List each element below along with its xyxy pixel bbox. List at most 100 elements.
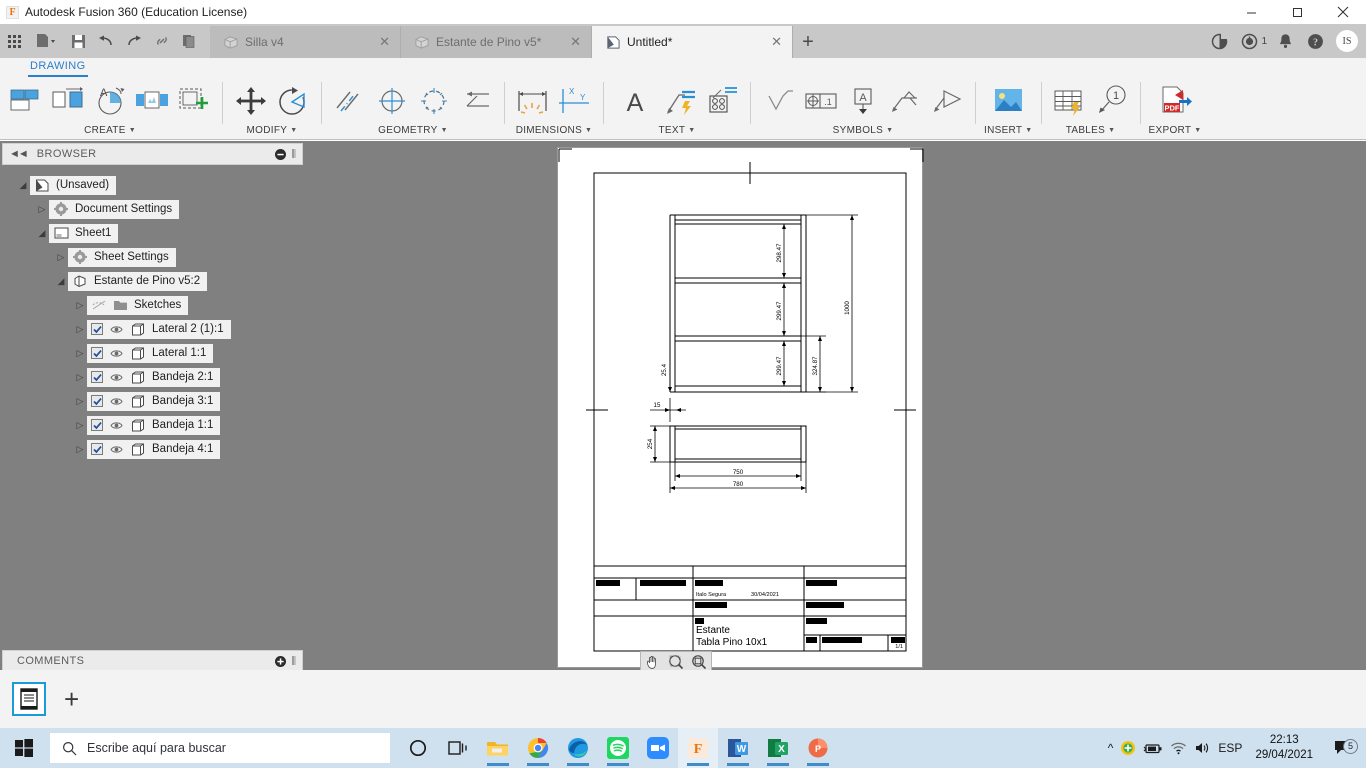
eye-icon[interactable] — [109, 373, 124, 382]
eye-icon[interactable] — [109, 445, 124, 454]
visibility-checkbox[interactable] — [91, 443, 103, 455]
browser-node-chip[interactable]: Sketches — [87, 296, 188, 315]
feature-control-frame-icon[interactable]: .1 — [801, 80, 841, 122]
collapse-arrow-icon[interactable]: ▷ — [73, 348, 87, 359]
drawing-canvas[interactable]: 1000 324.87 298.47 299.47 — [305, 141, 1366, 670]
file-explorer-icon[interactable] — [478, 728, 518, 768]
visibility-checkbox[interactable] — [91, 371, 103, 383]
undo-icon[interactable] — [92, 26, 120, 56]
powerpoint-icon[interactable]: P — [798, 728, 838, 768]
leader-text-icon[interactable] — [660, 80, 700, 122]
rotate-icon[interactable] — [273, 80, 313, 122]
drawing-sheet[interactable]: 1000 324.87 298.47 299.47 — [557, 147, 923, 668]
visibility-checkbox[interactable] — [91, 347, 103, 359]
balloon-icon[interactable]: 1 — [1092, 80, 1132, 122]
fusion360-icon[interactable]: F — [678, 728, 718, 768]
cortana-icon[interactable] — [398, 728, 438, 768]
close-icon[interactable]: ✕ — [570, 34, 581, 50]
browser-node-chip[interactable]: Bandeja 1:1 — [87, 416, 220, 435]
battery-icon[interactable] — [1143, 742, 1163, 755]
section-view-icon[interactable] — [132, 80, 172, 122]
collapse-arrow-icon[interactable]: ▷ — [73, 372, 87, 383]
text-icon[interactable]: A — [612, 80, 658, 122]
eye-icon[interactable] — [109, 421, 124, 430]
zoom-window-icon[interactable] — [666, 653, 686, 670]
eye-icon[interactable] — [109, 397, 124, 406]
browser-node-chip[interactable]: Document Settings — [49, 200, 179, 219]
surface-texture-icon[interactable] — [759, 80, 799, 122]
collapse-arrow-icon[interactable]: ▷ — [73, 420, 87, 431]
eye-icon[interactable] — [109, 325, 124, 334]
browser-node-chip[interactable]: Sheet Settings — [68, 248, 176, 267]
browser-tree-item[interactable]: ◢(Unsaved) — [0, 173, 305, 197]
antivirus-icon[interactable] — [1120, 740, 1136, 756]
expand-arrow-icon[interactable]: ◢ — [16, 180, 30, 191]
collapse-arrow-icon[interactable]: ▷ — [73, 444, 87, 455]
browser-tree-item[interactable]: ▷Bandeja 2:1 — [0, 365, 305, 389]
copy-icon[interactable] — [176, 26, 204, 56]
dimension-icon[interactable] — [513, 80, 553, 122]
file-icon[interactable] — [28, 26, 64, 56]
ribbon-panel-geometry-label[interactable]: GEOMETRY▼ — [378, 122, 448, 138]
browser-tree-item[interactable]: ▷Lateral 1:1 — [0, 341, 305, 365]
new-tab-button[interactable]: + — [793, 26, 823, 58]
expand-arrow-icon[interactable]: ◢ — [35, 228, 49, 239]
redo-icon[interactable] — [120, 26, 148, 56]
collapse-arrow-icon[interactable]: ▷ — [73, 324, 87, 335]
drawing-doc-icon[interactable] — [12, 682, 46, 716]
collapse-arrow-icon[interactable]: ▷ — [73, 300, 87, 311]
browser-node-chip[interactable]: Bandeja 3:1 — [87, 392, 220, 411]
ordinate-dimension-icon[interactable]: X Y — [555, 80, 595, 122]
minimize-button[interactable] — [1228, 0, 1274, 24]
browser-node-chip[interactable]: Bandeja 4:1 — [87, 440, 220, 459]
excel-icon[interactable]: X — [758, 728, 798, 768]
chrome-icon[interactable] — [518, 728, 558, 768]
break-view-icon[interactable] — [174, 80, 214, 122]
hole-table-note-icon[interactable] — [702, 80, 742, 122]
panel-grip-icon[interactable]: ⫼ — [291, 149, 296, 160]
base-view-icon[interactable] — [6, 80, 46, 122]
visibility-checkbox[interactable] — [91, 395, 103, 407]
clock[interactable]: 22:13 29/04/2021 — [1249, 733, 1319, 763]
browser-tree-item[interactable]: ▷Lateral 2 (1):1 — [0, 317, 305, 341]
table-icon[interactable] — [1050, 80, 1090, 122]
collapse-arrow-icon[interactable]: ▷ — [35, 204, 49, 215]
link-icon[interactable] — [148, 26, 176, 56]
browser-tree-item[interactable]: ◢Sheet1 — [0, 221, 305, 245]
browser-tree-item[interactable]: ▷Bandeja 1:1 — [0, 413, 305, 437]
collapse-arrow-icon[interactable]: ▷ — [54, 252, 68, 263]
panel-grip-icon[interactable]: ⫼ — [291, 656, 296, 667]
volume-icon[interactable] — [1194, 741, 1211, 755]
datum-target-icon[interactable] — [927, 80, 967, 122]
save-icon[interactable] — [64, 26, 92, 56]
tray-chevron-icon[interactable]: ^ — [1108, 741, 1114, 755]
datum-identifier-icon[interactable]: A — [843, 80, 883, 122]
close-button[interactable] — [1320, 0, 1366, 24]
ribbon-panel-export-label[interactable]: EXPORT▼ — [1149, 122, 1202, 138]
move-icon[interactable] — [231, 80, 271, 122]
document-tab-2[interactable]: Untitled*✕ — [592, 26, 792, 58]
language-indicator[interactable]: ESP — [1218, 741, 1242, 755]
export-pdf-icon[interactable]: PDF — [1152, 80, 1198, 122]
ribbon-panel-text-label[interactable]: TEXT▼ — [659, 122, 696, 138]
weld-symbol-icon[interactable] — [885, 80, 925, 122]
start-button[interactable] — [0, 728, 48, 768]
insert-image-icon[interactable] — [985, 80, 1031, 122]
browser-node-chip[interactable]: Bandeja 2:1 — [87, 368, 220, 387]
browser-node-chip[interactable]: Sheet1 — [49, 224, 118, 243]
browser-node-chip[interactable]: Lateral 2 (1):1 — [87, 320, 231, 339]
document-tab-1[interactable]: Estante de Pino v5*✕ — [401, 26, 591, 58]
browser-node-chip[interactable]: Lateral 1:1 — [87, 344, 213, 363]
visibility-checkbox[interactable] — [91, 419, 103, 431]
document-tab-0[interactable]: Silla v4✕ — [210, 26, 400, 58]
centerline-icon[interactable] — [330, 80, 370, 122]
collapse-icon[interactable]: ◄◄ — [9, 148, 27, 160]
browser-node-chip[interactable]: (Unsaved) — [30, 176, 116, 195]
word-icon[interactable]: W — [718, 728, 758, 768]
job-status-icon[interactable] — [1234, 24, 1264, 58]
close-icon[interactable]: ✕ — [771, 34, 782, 50]
minimize-panel-icon[interactable] — [275, 149, 286, 160]
ribbon-panel-insert-label[interactable]: INSERT▼ — [984, 122, 1033, 138]
browser-tree-item[interactable]: ▷Bandeja 3:1 — [0, 389, 305, 413]
browser-tree-item[interactable]: ▷Bandeja 4:1 — [0, 437, 305, 461]
